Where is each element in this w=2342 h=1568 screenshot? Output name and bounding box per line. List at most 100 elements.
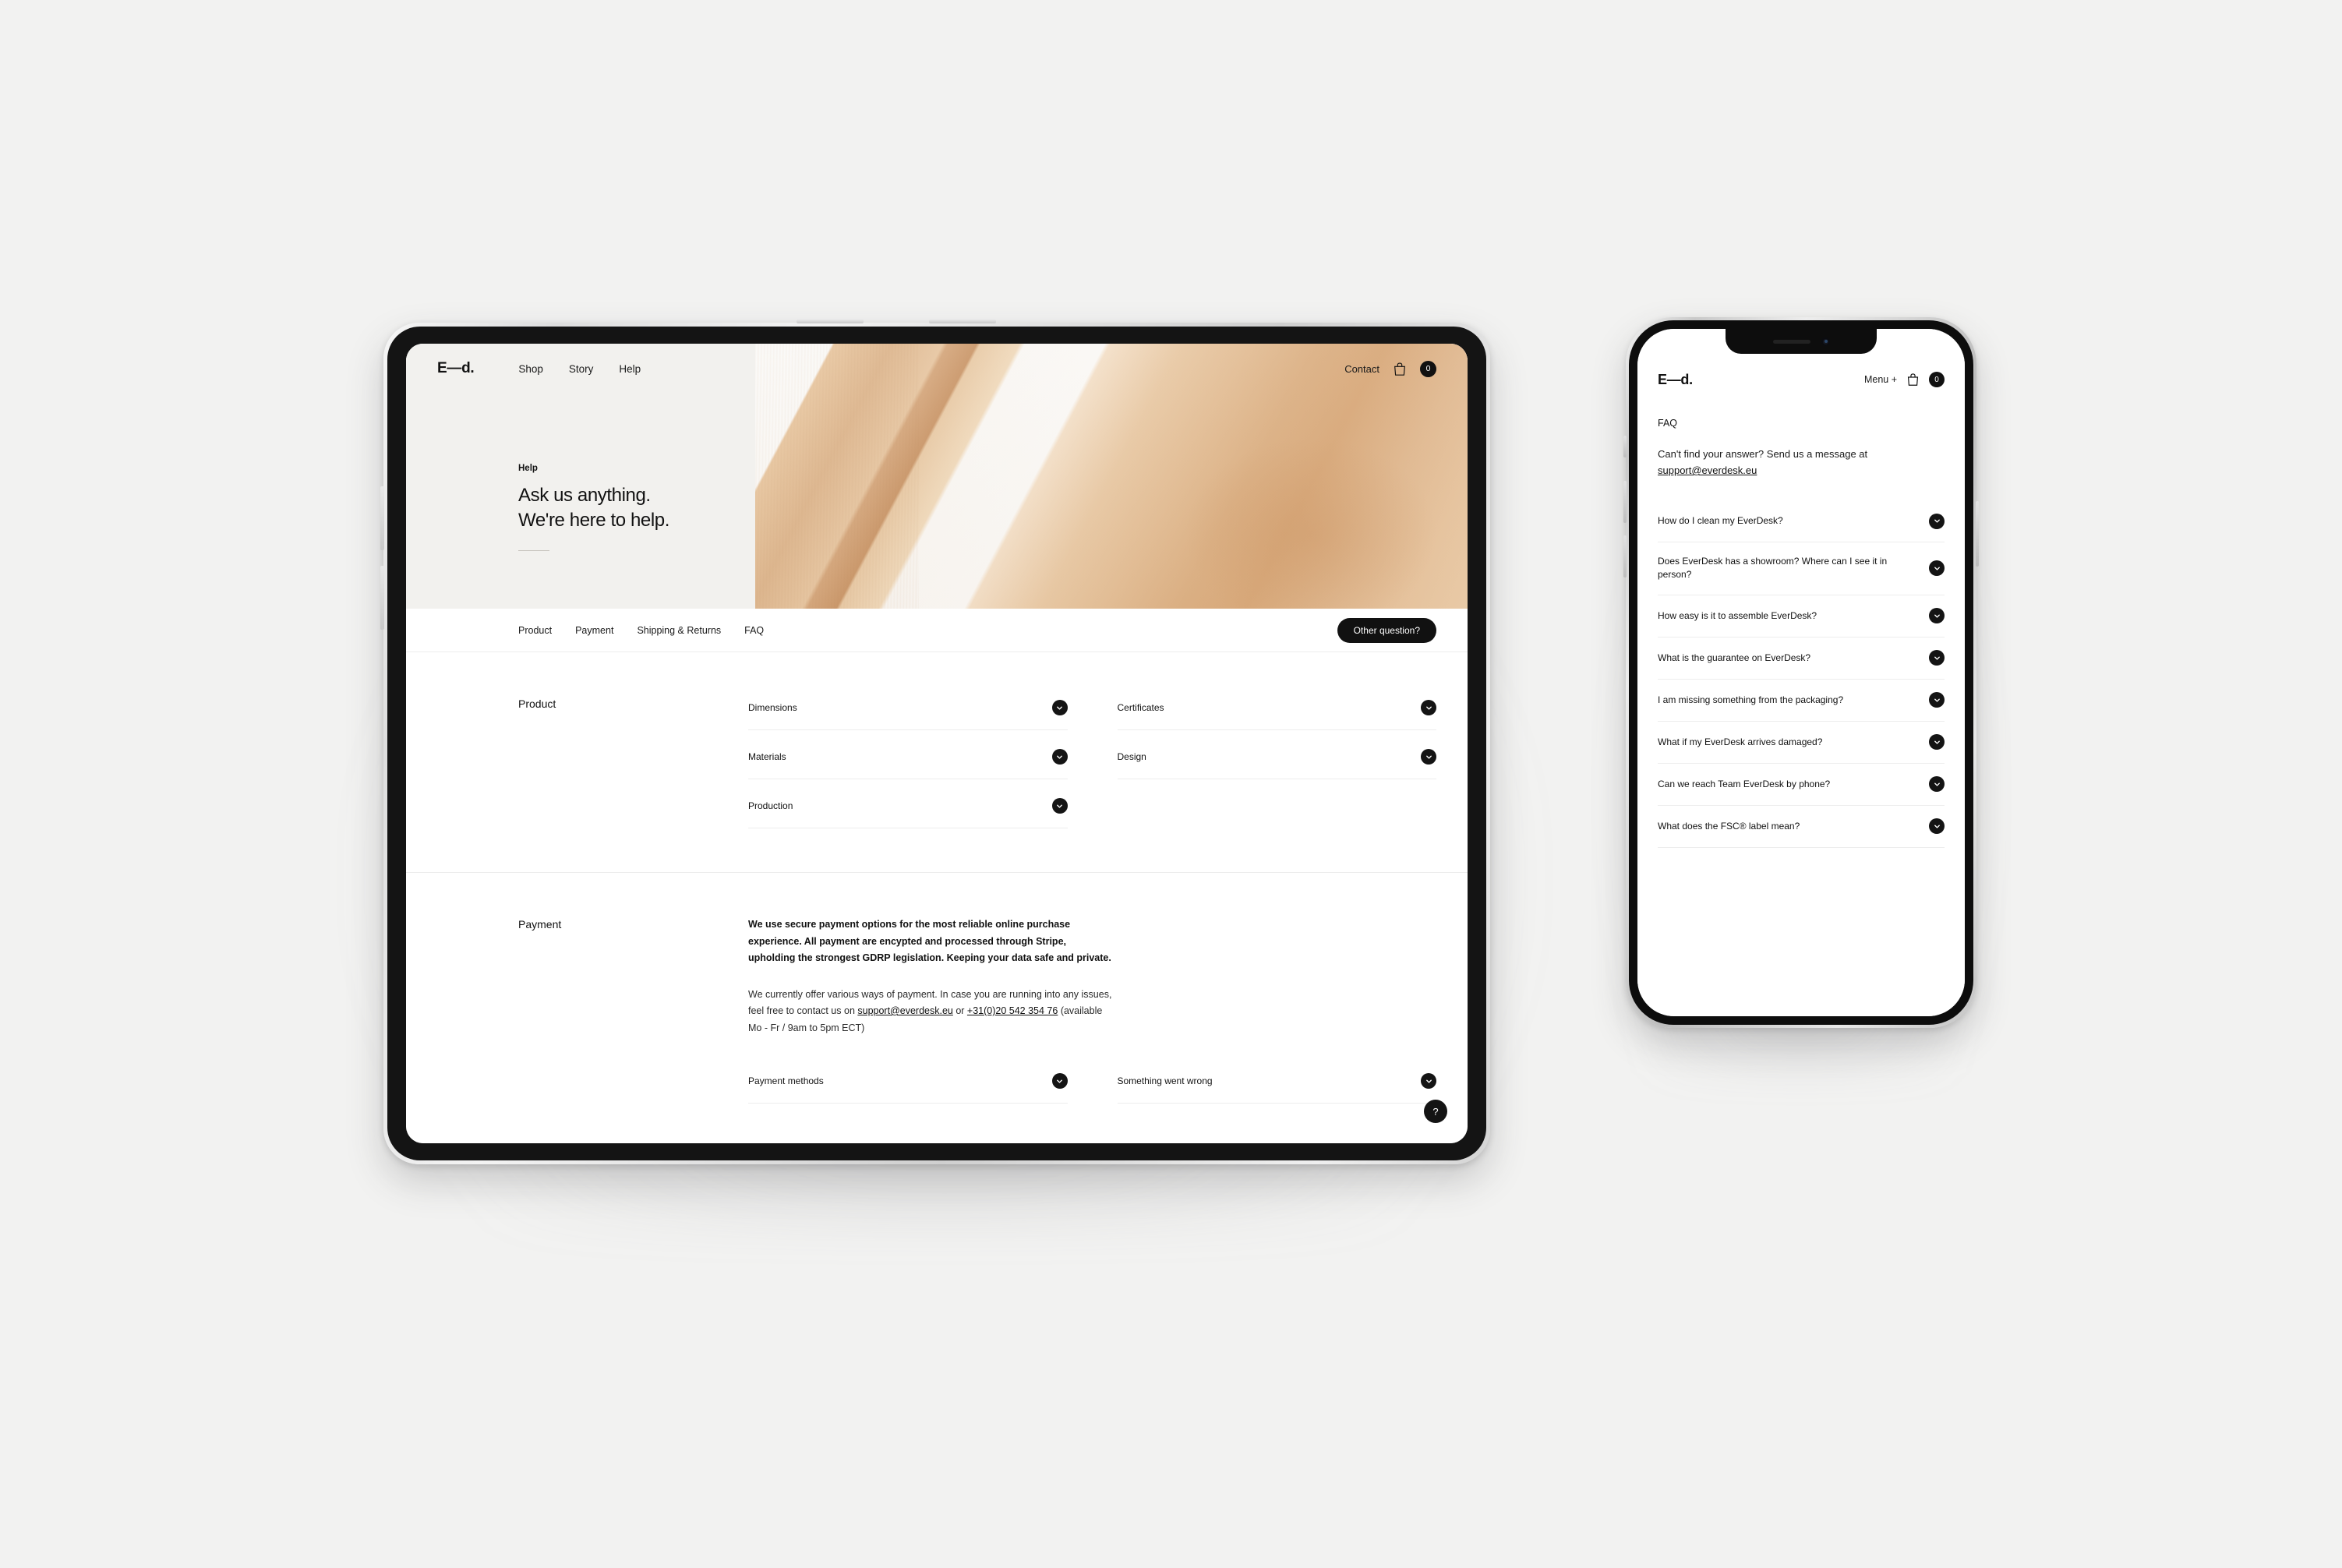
tab-product[interactable]: Product [518,625,552,636]
chevron-down-icon[interactable] [1929,608,1945,624]
phone-page: E—d. Menu + 0 FAQ Can't find your answer… [1637,329,1965,1016]
chevron-down-icon[interactable] [1421,1073,1436,1089]
tab-shipping-returns[interactable]: Shipping & Returns [637,625,721,636]
accordion-item-materials[interactable]: Materials [748,745,1068,779]
chevron-down-icon[interactable] [1929,650,1945,666]
tablet-volume-up-button[interactable] [380,486,384,550]
accordion-item-dimensions[interactable]: Dimensions [748,696,1068,730]
accordion-label: Certificates [1117,702,1164,713]
faq-question: What does the FSC® label mean? [1658,820,1800,832]
faq-item[interactable]: Can we reach Team EverDesk by phone? [1658,764,1945,806]
hero-divider [518,550,549,552]
accordion-label: Payment methods [748,1075,824,1086]
menu-button[interactable]: Menu + [1864,374,1897,385]
top-navigation: E—d. Shop Story Help Contact 0 [406,344,1468,394]
product-accordion-grid: Dimensions Materials Production Certific… [748,696,1436,828]
phone-screen: E—d. Menu + 0 FAQ Can't find your answer… [1637,329,1965,1016]
chevron-down-icon[interactable] [1421,749,1436,765]
tablet-top-button-b[interactable] [929,320,996,323]
faq-item[interactable]: What does the FSC® label mean? [1658,806,1945,848]
faq-item[interactable]: Does EverDesk has a showroom? Where can … [1658,542,1945,595]
support-email-link[interactable]: support@everdesk.eu [1658,464,1757,476]
accordion-item-something-went-wrong[interactable]: Something went wrong [1117,1069,1436,1104]
phone-intro-text-a: Can't find your answer? Send us a messag… [1658,448,1868,460]
chevron-down-icon[interactable] [1051,749,1068,765]
phone-intro-text: Can't find your answer? Send us a messag… [1658,446,1945,479]
nav-utility-group: Contact 0 [1344,360,1436,377]
chevron-down-icon[interactable] [1929,776,1945,793]
product-section: Product Dimensions Materials Production … [406,652,1468,873]
contact-link[interactable]: Contact [1344,363,1379,375]
tab-list: Product Payment Shipping & Returns FAQ [518,625,764,636]
primary-nav: Shop Story Help [518,363,641,375]
nav-item-help[interactable]: Help [619,363,641,375]
scene: E—d. Shop Story Help Contact 0 Help Ask … [0,0,2342,1568]
faq-item[interactable]: How do I clean my EverDesk? [1658,500,1945,543]
product-section-title: Product [518,697,556,710]
chevron-down-icon[interactable] [1421,700,1436,715]
phone-mute-switch[interactable] [1623,436,1627,457]
hero-eyebrow: Help [518,464,538,473]
accordion-item-certificates[interactable]: Certificates [1117,696,1436,730]
phone-device: E—d. Menu + 0 FAQ Can't find your answer… [1609,317,1994,1073]
tablet-page: E—d. Shop Story Help Contact 0 Help Ask … [406,344,1468,1143]
chevron-down-icon[interactable] [1929,734,1945,750]
chevron-down-icon[interactable] [1929,818,1945,835]
accordion-item-design[interactable]: Design [1117,745,1436,779]
tablet-bezel: E—d. Shop Story Help Contact 0 Help Ask … [387,327,1486,1160]
shopping-bag-icon[interactable] [1906,373,1920,387]
chevron-down-icon[interactable] [1051,700,1068,715]
faq-item[interactable]: How easy is it to assemble EverDesk? [1658,595,1945,637]
tablet-top-button-a[interactable] [797,320,864,323]
chevron-down-icon[interactable] [1929,513,1945,529]
phone-speaker-grille [1772,339,1810,344]
accordion-label: Something went wrong [1117,1075,1213,1086]
tablet-volume-down-button[interactable] [380,566,384,630]
cart-count-badge[interactable]: 0 [1929,372,1945,387]
faq-item[interactable]: What if my EverDesk arrives damaged? [1658,722,1945,764]
faq-question: Does EverDesk has a showroom? Where can … [1658,556,1888,581]
phone-front-camera [1821,337,1830,346]
tablet-frame: E—d. Shop Story Help Contact 0 Help Ask … [380,320,1490,1164]
tab-payment[interactable]: Payment [575,625,613,636]
payment-accordion-grid: Payment methods Something went wrong [748,1069,1436,1104]
brand-logo[interactable]: E—d. [437,360,475,377]
cart-count-badge[interactable]: 0 [1420,360,1436,377]
chevron-down-icon[interactable] [1051,798,1068,814]
payment-text-b: or [952,1005,967,1016]
accordion-item-production[interactable]: Production [748,794,1068,828]
help-fab-button[interactable]: ? [1424,1100,1447,1123]
brand-logo[interactable]: E—d. [1658,372,1693,388]
hero-copy: Help Ask us anything. We're here to help… [518,464,669,552]
payment-accordion-column-left: Payment methods [748,1069,1068,1104]
chevron-down-icon[interactable] [1051,1073,1068,1089]
faq-item[interactable]: What is the guarantee on EverDesk? [1658,637,1945,680]
phone-volume-up-button[interactable] [1623,481,1627,523]
nav-item-shop[interactable]: Shop [518,363,543,375]
other-question-button[interactable]: Other question? [1337,617,1436,643]
faq-question: What if my EverDesk arrives damaged? [1658,736,1823,747]
chevron-down-icon[interactable] [1929,560,1945,577]
tablet-device: E—d. Shop Story Help Contact 0 Help Ask … [352,320,1537,1227]
chevron-down-icon[interactable] [1929,692,1945,708]
faq-question: What is the guarantee on EverDesk? [1658,652,1811,663]
tablet-screen: E—d. Shop Story Help Contact 0 Help Ask … [406,344,1468,1143]
product-accordion-column-right: Certificates Design [1117,696,1436,828]
faq-item[interactable]: I am missing something from the packagin… [1658,680,1945,722]
phone-power-button[interactable] [1976,501,1979,567]
support-phone-link[interactable]: +31(0)20 542 354 76 [967,1005,1058,1016]
payment-section-title: Payment [518,918,562,931]
hero-section: E—d. Shop Story Help Contact 0 Help Ask … [406,344,1468,609]
phone-nav-utility-group: Menu + 0 [1864,372,1945,387]
product-accordion-column-left: Dimensions Materials Production [748,696,1068,828]
support-email-link[interactable]: support@everdesk.eu [857,1005,952,1016]
payment-section-body: We use secure payment options for the mo… [748,916,1436,1104]
tab-faq[interactable]: FAQ [744,625,764,636]
shopping-bag-icon[interactable] [1393,362,1407,376]
phone-faq-list: How do I clean my EverDesk? Does EverDes… [1658,500,1945,848]
accordion-item-payment-methods[interactable]: Payment methods [748,1069,1068,1104]
phone-volume-down-button[interactable] [1623,535,1627,577]
nav-item-story[interactable]: Story [569,363,594,375]
accordion-label: Dimensions [748,702,797,713]
accordion-label: Design [1117,751,1146,762]
